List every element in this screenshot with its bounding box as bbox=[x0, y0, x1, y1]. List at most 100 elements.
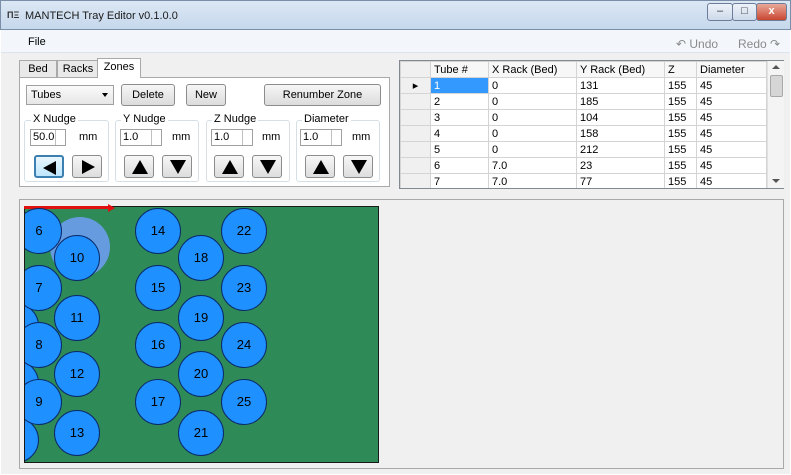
row-header[interactable] bbox=[400, 109, 431, 126]
z-nudge-spinner[interactable] bbox=[242, 130, 252, 145]
table-cell[interactable]: 1 bbox=[430, 77, 489, 94]
z-nudge-up-button[interactable] bbox=[214, 155, 244, 178]
tube-14[interactable]: 14 bbox=[135, 208, 181, 254]
table-cell[interactable]: 45 bbox=[696, 93, 767, 110]
y-nudge-down-button[interactable] bbox=[162, 155, 192, 178]
tube-21[interactable]: 21 bbox=[178, 410, 224, 456]
redo-button[interactable]: Redo ↷ bbox=[738, 37, 780, 51]
table-cell[interactable]: 45 bbox=[696, 141, 767, 158]
tube-25[interactable]: 25 bbox=[221, 379, 267, 425]
table-cell[interactable]: 155 bbox=[664, 77, 697, 94]
diameter-up-button[interactable] bbox=[305, 155, 335, 178]
row-header[interactable] bbox=[400, 141, 431, 158]
y-nudge-up-button[interactable] bbox=[124, 155, 154, 178]
table-cell[interactable]: 5 bbox=[430, 141, 489, 158]
maximize-button[interactable]: □ bbox=[732, 3, 757, 21]
renumber-zone-button[interactable]: Renumber Zone bbox=[264, 84, 381, 106]
zone-type-select[interactable]: Tubes bbox=[26, 85, 114, 105]
new-button[interactable]: New bbox=[186, 84, 226, 106]
table-cell[interactable]: 104 bbox=[576, 109, 665, 126]
menu-file[interactable]: File bbox=[28, 36, 46, 48]
diameter-input[interactable]: 1.0 bbox=[300, 129, 342, 146]
table-cell[interactable]: 0 bbox=[488, 77, 577, 94]
tube-11[interactable]: 11 bbox=[54, 295, 100, 341]
table-cell[interactable]: 155 bbox=[664, 125, 697, 142]
table-cell[interactable]: 155 bbox=[664, 93, 697, 110]
tube-18[interactable]: 18 bbox=[178, 235, 224, 281]
tube-10[interactable]: 10 bbox=[54, 235, 100, 281]
table-row[interactable]: 7 7.0 77 155 45 bbox=[400, 173, 767, 188]
row-header[interactable] bbox=[400, 125, 431, 142]
table-row[interactable]: 6 7.0 23 155 45 bbox=[400, 157, 767, 174]
table-cell[interactable]: 6 bbox=[430, 157, 489, 174]
table-cell[interactable]: 131 bbox=[576, 77, 665, 94]
diameter-down-button[interactable] bbox=[343, 155, 373, 178]
tube-data-grid[interactable]: Tube # X Rack (Bed) Y Rack (Bed) Z Diame… bbox=[399, 60, 784, 189]
tube-16[interactable]: 16 bbox=[135, 322, 181, 368]
table-cell[interactable]: 7.0 bbox=[488, 173, 577, 188]
table-row[interactable]: 2 0 185 155 45 bbox=[400, 93, 767, 110]
table-cell[interactable]: 212 bbox=[576, 141, 665, 158]
y-nudge-input[interactable]: 1.0 bbox=[120, 129, 162, 146]
tube-12[interactable]: 12 bbox=[54, 351, 100, 397]
table-cell[interactable]: 7 bbox=[430, 173, 489, 188]
table-cell[interactable]: 155 bbox=[664, 173, 697, 188]
diameter-spinner[interactable] bbox=[331, 130, 341, 145]
table-cell[interactable]: 45 bbox=[696, 173, 767, 188]
table-cell[interactable]: 45 bbox=[696, 109, 767, 126]
row-header[interactable] bbox=[400, 173, 431, 188]
table-cell[interactable]: 7.0 bbox=[488, 157, 577, 174]
scroll-thumb[interactable] bbox=[770, 75, 783, 97]
tube-17[interactable]: 17 bbox=[135, 379, 181, 425]
x-nudge-input[interactable]: 50.0 bbox=[30, 129, 66, 146]
table-cell[interactable]: 2 bbox=[430, 93, 489, 110]
table-cell[interactable]: 3 bbox=[430, 109, 489, 126]
minimize-button[interactable]: – bbox=[707, 3, 733, 21]
tab-bed[interactable]: Bed bbox=[19, 60, 57, 77]
tab-racks[interactable]: Racks bbox=[57, 60, 99, 77]
tube-15[interactable]: 15 bbox=[135, 265, 181, 311]
column-header-diameter[interactable]: Diameter bbox=[696, 61, 767, 78]
tube-7[interactable]: 7 bbox=[25, 265, 62, 311]
column-header-y-rack[interactable]: Y Rack (Bed) bbox=[576, 61, 665, 78]
table-cell[interactable]: 185 bbox=[576, 93, 665, 110]
column-header-z[interactable]: Z bbox=[664, 61, 697, 78]
table-row[interactable]: ▸ 1 0 131 155 45 bbox=[400, 77, 767, 94]
x-nudge-left-button[interactable] bbox=[34, 155, 64, 178]
table-cell[interactable]: 23 bbox=[576, 157, 665, 174]
close-button[interactable]: x bbox=[756, 3, 787, 21]
tube-23[interactable]: 23 bbox=[221, 265, 267, 311]
table-cell[interactable]: 45 bbox=[696, 125, 767, 142]
table-cell[interactable]: 158 bbox=[576, 125, 665, 142]
table-cell[interactable]: 0 bbox=[488, 93, 577, 110]
table-cell[interactable]: 77 bbox=[576, 173, 665, 188]
tube-9[interactable]: 9 bbox=[25, 379, 62, 425]
y-nudge-spinner[interactable] bbox=[151, 130, 161, 145]
tab-zones[interactable]: Zones bbox=[97, 58, 141, 78]
table-cell[interactable]: 0 bbox=[488, 125, 577, 142]
undo-button[interactable]: ↶ Undo bbox=[676, 37, 718, 51]
delete-button[interactable]: Delete bbox=[121, 84, 175, 106]
table-cell[interactable]: 4 bbox=[430, 125, 489, 142]
table-row[interactable]: 5 0 212 155 45 bbox=[400, 141, 767, 158]
table-cell[interactable]: 45 bbox=[696, 77, 767, 94]
tube-22[interactable]: 22 bbox=[221, 208, 267, 254]
x-nudge-spinner[interactable] bbox=[55, 130, 65, 145]
row-header[interactable]: ▸ bbox=[400, 77, 431, 94]
scroll-down-icon[interactable] bbox=[772, 179, 780, 183]
table-row[interactable]: 3 0 104 155 45 bbox=[400, 109, 767, 126]
table-cell[interactable]: 155 bbox=[664, 141, 697, 158]
row-header[interactable] bbox=[400, 93, 431, 110]
tube-19[interactable]: 19 bbox=[178, 295, 224, 341]
scroll-up-icon[interactable] bbox=[772, 65, 780, 69]
table-cell[interactable]: 0 bbox=[488, 109, 577, 126]
z-nudge-down-button[interactable] bbox=[252, 155, 282, 178]
bed-area[interactable]: 345678910111213141516171819202122232425 bbox=[24, 206, 379, 463]
grid-scrollbar[interactable] bbox=[767, 61, 784, 188]
tube-13[interactable]: 13 bbox=[54, 410, 100, 456]
table-cell[interactable]: 0 bbox=[488, 141, 577, 158]
table-row[interactable]: 4 0 158 155 45 bbox=[400, 125, 767, 142]
table-cell[interactable]: 45 bbox=[696, 157, 767, 174]
tube-20[interactable]: 20 bbox=[178, 351, 224, 397]
row-header[interactable] bbox=[400, 157, 431, 174]
